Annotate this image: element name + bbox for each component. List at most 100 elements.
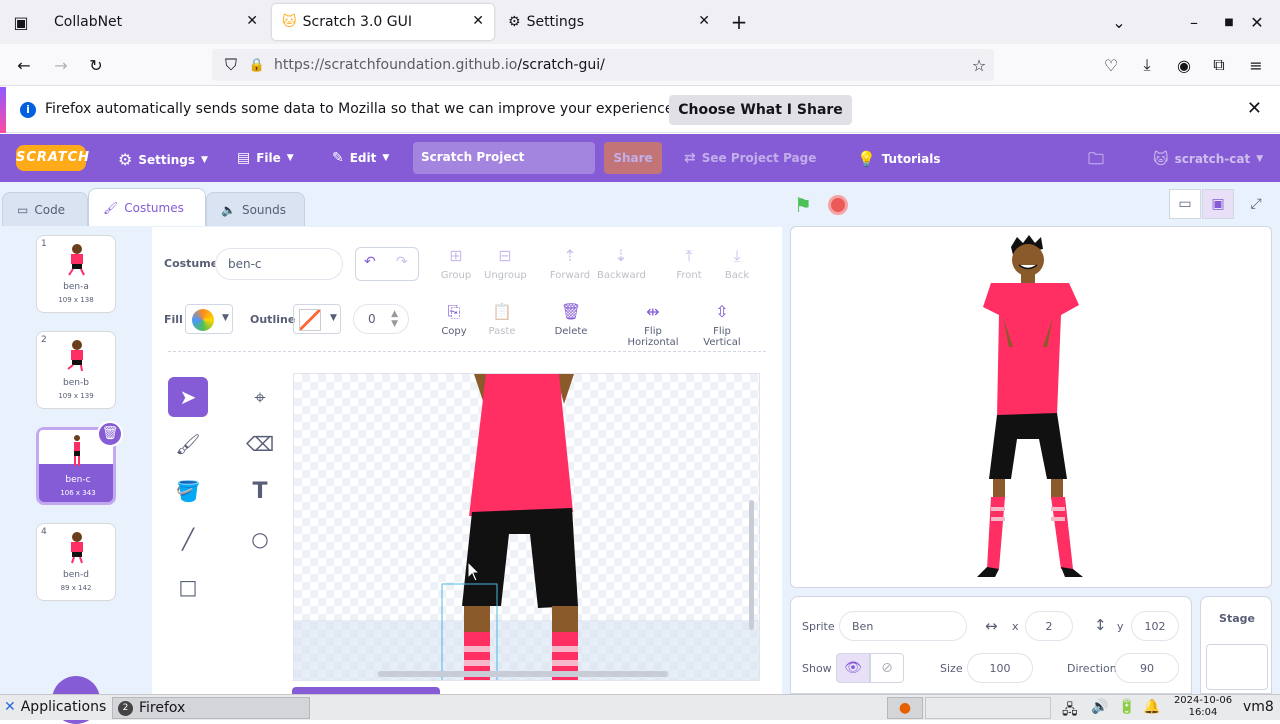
my-stuff-folder-icon[interactable]: 🗀 (1088, 148, 1104, 175)
back-button[interactable]: ⤓ Back (722, 246, 752, 281)
maximize-icon[interactable]: ■ (1218, 11, 1240, 33)
costume-name-input[interactable]: ben-c (215, 248, 343, 280)
costume-item[interactable]: 1 ben-a 109 x 138 (36, 235, 116, 313)
pocket-icon[interactable]: ♡ (1100, 54, 1122, 76)
forward-button[interactable]: ⇡ Forward (549, 246, 591, 281)
reshape-tool-icon[interactable]: ⌖ (240, 377, 280, 417)
paint-canvas[interactable] (293, 373, 760, 681)
stop-sign-icon[interactable] (828, 195, 848, 215)
scratch-logo[interactable]: SCRATCH (16, 145, 89, 171)
normal-stage-icon[interactable]: ▣ (1202, 189, 1234, 219)
sprite-name-input[interactable]: Ben (839, 611, 967, 641)
see-project-page-button[interactable]: ⇄ See Project Page (684, 150, 816, 166)
backward-button[interactable]: ⇣ Backward (597, 246, 646, 281)
canvas-horizontal-scrollbar[interactable] (378, 671, 668, 677)
fill-tool-icon[interactable]: 🪣 (168, 471, 208, 511)
show-sprite-eye-icon[interactable]: 👁 (836, 653, 870, 683)
flip-vertical-button[interactable]: ⇳ Flip Vertical (694, 302, 750, 348)
tutorials-button[interactable]: 💡 Tutorials (857, 150, 940, 168)
code-icon: ▭ (17, 202, 29, 217)
tab-scratch[interactable]: 🐱 Scratch 3.0 GUI ✕ (272, 4, 494, 40)
close-icon[interactable]: ✕ (246, 13, 258, 29)
edit-menu[interactable]: ✎ Edit ▼ (332, 150, 389, 166)
hamburger-menu-icon[interactable]: ≡ (1245, 54, 1267, 76)
tab-costumes[interactable]: 🖌 Costumes (88, 188, 206, 226)
redo-icon[interactable]: ↷ (396, 254, 408, 270)
shield-icon[interactable]: ⛉ (220, 54, 242, 76)
green-flag-icon[interactable]: ⚑ (794, 193, 812, 217)
new-tab-icon[interactable]: + (728, 10, 750, 34)
fill-color-picker[interactable]: ▼ (185, 304, 233, 334)
back-icon[interactable]: ← (13, 54, 35, 76)
extensions-icon[interactable]: ⧉ (1208, 54, 1230, 76)
url-bar[interactable]: ⛉ 🔒 https://scratchfoundation.github.io/… (212, 49, 994, 81)
stage-canvas[interactable] (790, 226, 1272, 588)
rectangle-tool-icon[interactable]: □ (168, 567, 208, 607)
tab-collabnet[interactable]: CollabNet ✕ (40, 4, 268, 40)
workspace-empty[interactable] (925, 697, 1051, 719)
text-tool-icon[interactable]: T (240, 471, 280, 511)
copy-button[interactable]: ⎘ Copy (438, 302, 470, 337)
choose-what-i-share-button[interactable]: Choose What I Share (669, 95, 852, 125)
costume-item[interactable]: 2 ben-b 109 x 139 (36, 331, 116, 409)
eraser-tool-icon[interactable]: ⌫ (240, 424, 280, 464)
outline-color-picker[interactable]: ▼ (293, 304, 341, 334)
share-button[interactable]: Share (604, 142, 662, 174)
chevron-down-icon[interactable]: ⌄ (1108, 11, 1130, 33)
clock[interactable]: 2024-10-06 16:04 (1170, 695, 1236, 719)
stepper-icon[interactable]: ▲ ▼ (391, 309, 398, 329)
close-icon[interactable]: ✕ (698, 13, 710, 29)
flip-horizontal-label: Flip Horizontal (627, 326, 679, 348)
tab-overview-icon[interactable]: ▣ (10, 11, 32, 33)
fullscreen-icon[interactable]: ⤢ (1240, 189, 1272, 219)
delete-costume-trash-icon[interactable]: 🗑 (97, 421, 123, 447)
delete-button[interactable]: 🗑 Delete (553, 302, 589, 337)
close-icon[interactable]: ✕ (472, 13, 484, 29)
select-tool-icon[interactable]: ➤ (168, 377, 208, 417)
undo-icon[interactable]: ↶ (364, 254, 376, 270)
costume-item[interactable]: 4 ben-d 89 x 142 (36, 523, 116, 601)
reload-icon[interactable]: ↻ (85, 54, 107, 76)
flip-horizontal-button[interactable]: ⇹ Flip Horizontal (620, 302, 686, 348)
volume-icon[interactable]: 🔊 (1091, 699, 1108, 715)
line-tool-icon[interactable]: ╱ (168, 519, 208, 559)
circle-tool-icon[interactable]: ○ (240, 519, 280, 559)
size-input[interactable]: 100 (967, 653, 1033, 683)
tab-settings[interactable]: ⚙ Settings ✕ (498, 4, 720, 40)
x-position-input[interactable]: 2 (1025, 611, 1073, 641)
tab-code[interactable]: ▭ Code (2, 192, 88, 226)
bookmark-star-icon[interactable]: ☆ (968, 54, 990, 76)
network-icon[interactable]: 🖧 (1062, 699, 1078, 723)
front-button[interactable]: ⤒ Front (674, 246, 704, 281)
stage-selector-panel[interactable]: Stage (1200, 596, 1272, 694)
notification-bell-icon[interactable]: 🔔 (1143, 699, 1160, 715)
ungroup-button[interactable]: ⊟ Ungroup (484, 246, 527, 281)
brush-tool-icon[interactable]: 🖌 (168, 424, 208, 464)
paste-button[interactable]: 📋 Paste (486, 302, 518, 337)
costume-label: Costume (164, 257, 219, 270)
hide-sprite-eye-slash-icon[interactable]: ⊘ (870, 653, 904, 683)
canvas-vertical-scrollbar[interactable] (749, 500, 754, 630)
window-close-icon[interactable]: ✕ (1246, 11, 1268, 33)
settings-menu[interactable]: ⚙ Settings ▼ (118, 150, 208, 169)
workspace-switcher[interactable]: ● (887, 697, 923, 719)
outline-width-input[interactable]: 0 ▲ ▼ (353, 304, 409, 334)
download-icon[interactable]: ⤓ (1136, 54, 1158, 76)
project-title-input[interactable]: Scratch Project (413, 142, 595, 174)
applications-menu[interactable]: ✕ Applications ⋮ (4, 699, 125, 715)
account-menu[interactable]: 🐱 scratch-cat ▼ (1153, 150, 1263, 168)
tab-sounds[interactable]: 🔈 Sounds (206, 192, 305, 226)
taskbar-firefox-button[interactable]: 2 Firefox (112, 697, 310, 719)
group-button[interactable]: ⊞ Group (440, 246, 472, 281)
direction-input[interactable]: 90 (1115, 653, 1179, 683)
x-label: x (1012, 620, 1019, 633)
file-menu[interactable]: ▤ File ▼ (237, 150, 294, 166)
gear-icon: ⚙ (508, 14, 521, 30)
minimize-icon[interactable]: – (1183, 11, 1205, 33)
y-position-input[interactable]: 102 (1131, 611, 1179, 641)
close-icon[interactable]: ✕ (1247, 98, 1262, 119)
forward-icon[interactable]: → (50, 54, 72, 76)
small-stage-icon[interactable]: ▭ (1169, 189, 1201, 219)
battery-icon[interactable]: 🔋 (1118, 699, 1135, 715)
account-icon[interactable]: ◉ (1173, 54, 1195, 76)
